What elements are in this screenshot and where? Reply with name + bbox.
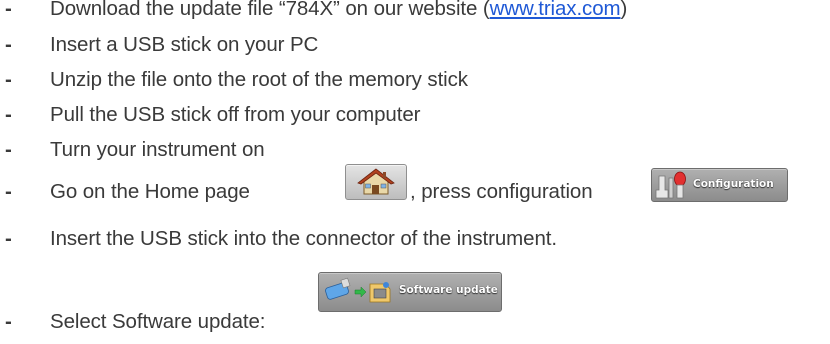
step-text-mid: , press configuration [410, 180, 593, 203]
step-text: Turn your instrument on [50, 138, 265, 161]
bullet: - [5, 33, 12, 56]
bullet: - [5, 0, 12, 20]
step-text: Unzip the file onto the root of the memo… [50, 68, 468, 91]
house-icon [357, 168, 395, 195]
step-text: Go on the Home page [50, 180, 250, 203]
step-text: Select Software update: [50, 310, 266, 333]
software-update-button[interactable]: Software update [318, 272, 502, 312]
configuration-label: Configuration [693, 178, 774, 190]
step-text-end: ) [620, 0, 628, 20]
wrench-tools-icon [655, 171, 686, 199]
software-update-label: Software update [399, 284, 498, 296]
step-text: Insert a USB stick on your PC [50, 33, 319, 56]
step-text: Pull the USB stick off from your compute… [50, 103, 421, 126]
bullet: - [5, 138, 12, 161]
bullet: - [5, 103, 12, 126]
usb-to-folder-icon [325, 277, 391, 303]
website-link[interactable]: www.triax.com [490, 0, 621, 20]
bullet: - [5, 68, 12, 91]
step-text: Download the update file “784X” on our w… [50, 0, 490, 20]
bullet: - [5, 180, 12, 203]
step-text: Insert the USB stick into the connector … [50, 227, 557, 250]
bullet: - [5, 310, 12, 333]
configuration-button[interactable]: Configuration [651, 168, 788, 202]
bullet: - [5, 227, 12, 250]
home-button[interactable] [345, 164, 407, 200]
